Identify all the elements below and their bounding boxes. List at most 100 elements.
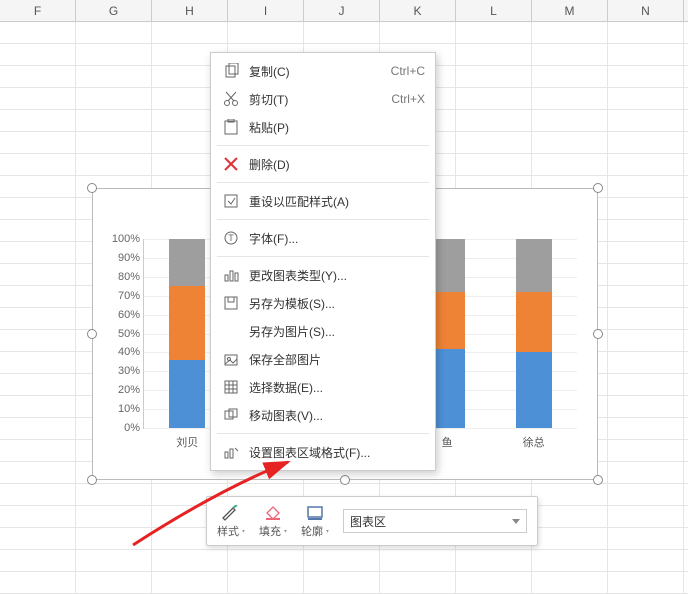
cell[interactable] — [608, 308, 684, 329]
cell[interactable] — [0, 286, 76, 307]
cell[interactable] — [380, 22, 456, 43]
cell[interactable] — [0, 154, 76, 175]
cell[interactable] — [76, 88, 152, 109]
cell[interactable] — [76, 44, 152, 65]
cell[interactable] — [228, 550, 304, 571]
cell[interactable] — [304, 22, 380, 43]
bar-segment[interactable] — [169, 360, 205, 428]
cell[interactable] — [532, 22, 608, 43]
cell[interactable] — [608, 418, 684, 439]
fill-button[interactable]: 填充 — [259, 503, 287, 539]
cell[interactable] — [608, 484, 684, 505]
stacked-bar[interactable]: 徐总 — [516, 239, 552, 428]
cell[interactable] — [0, 528, 76, 549]
cell[interactable] — [0, 88, 76, 109]
cell[interactable] — [532, 132, 608, 153]
cell[interactable] — [0, 44, 76, 65]
cell[interactable] — [0, 418, 76, 439]
cell[interactable] — [532, 110, 608, 131]
column-header[interactable]: F — [0, 0, 76, 21]
cell[interactable] — [532, 506, 608, 527]
cell[interactable] — [456, 22, 532, 43]
cell[interactable] — [608, 396, 684, 417]
cell[interactable] — [152, 572, 228, 593]
cell[interactable] — [0, 572, 76, 593]
cell[interactable] — [76, 66, 152, 87]
cell[interactable] — [608, 528, 684, 549]
resize-handle[interactable] — [87, 183, 97, 193]
column-header[interactable]: H — [152, 0, 228, 21]
menu-item[interactable]: 更改图表类型(Y)... — [211, 261, 435, 289]
cell[interactable] — [152, 550, 228, 571]
cell[interactable] — [608, 44, 684, 65]
cell[interactable] — [0, 330, 76, 351]
cell[interactable] — [76, 110, 152, 131]
resize-handle[interactable] — [340, 475, 350, 485]
cell[interactable] — [0, 22, 76, 43]
cell[interactable] — [456, 132, 532, 153]
cell[interactable] — [532, 154, 608, 175]
cell[interactable] — [380, 572, 456, 593]
cell[interactable] — [456, 572, 532, 593]
cell[interactable] — [0, 462, 76, 483]
stacked-bar[interactable]: 刘贝 — [169, 239, 205, 428]
menu-item[interactable]: 剪切(T)Ctrl+X — [211, 85, 435, 113]
cell[interactable] — [608, 242, 684, 263]
menu-item[interactable]: 重设以匹配样式(A) — [211, 187, 435, 215]
menu-item[interactable]: 删除(D) — [211, 150, 435, 178]
menu-item[interactable]: T字体(F)... — [211, 224, 435, 252]
cell[interactable] — [608, 220, 684, 241]
resize-handle[interactable] — [593, 183, 603, 193]
cell[interactable] — [532, 484, 608, 505]
column-header[interactable]: J — [304, 0, 380, 21]
cell[interactable] — [608, 286, 684, 307]
column-header[interactable]: M — [532, 0, 608, 21]
cell[interactable] — [608, 88, 684, 109]
chart-element-selector[interactable]: 图表区 — [343, 509, 527, 533]
menu-item[interactable]: 移动图表(V)... — [211, 401, 435, 429]
cell[interactable] — [608, 198, 684, 219]
menu-item[interactable]: 保存全部图片 — [211, 345, 435, 373]
cell[interactable] — [456, 66, 532, 87]
cell[interactable] — [532, 88, 608, 109]
cell[interactable] — [532, 66, 608, 87]
cell[interactable] — [456, 110, 532, 131]
bar-segment[interactable] — [516, 239, 552, 292]
cell[interactable] — [380, 550, 456, 571]
cell[interactable] — [0, 132, 76, 153]
menu-item[interactable]: 另存为模板(S)... — [211, 289, 435, 317]
cell[interactable] — [0, 308, 76, 329]
cell[interactable] — [608, 440, 684, 461]
cell[interactable] — [0, 110, 76, 131]
cell[interactable] — [532, 572, 608, 593]
column-header[interactable]: G — [76, 0, 152, 21]
cell[interactable] — [228, 572, 304, 593]
cell[interactable] — [608, 462, 684, 483]
cell[interactable] — [76, 572, 152, 593]
cell[interactable] — [0, 66, 76, 87]
cell[interactable] — [152, 22, 228, 43]
cell[interactable] — [0, 264, 76, 285]
cell[interactable] — [0, 198, 76, 219]
bar-segment[interactable] — [516, 352, 552, 428]
cell[interactable] — [0, 242, 76, 263]
cell[interactable] — [456, 88, 532, 109]
cell[interactable] — [0, 550, 76, 571]
menu-item[interactable]: 另存为图片(S)... — [211, 317, 435, 345]
style-button[interactable]: 样式 — [217, 503, 245, 539]
cell[interactable] — [608, 374, 684, 395]
cell[interactable] — [228, 22, 304, 43]
cell[interactable] — [608, 66, 684, 87]
cell[interactable] — [0, 220, 76, 241]
cell[interactable] — [608, 154, 684, 175]
cell[interactable] — [76, 528, 152, 549]
cell[interactable] — [0, 352, 76, 373]
cell[interactable] — [76, 484, 152, 505]
cell[interactable] — [608, 352, 684, 373]
cell[interactable] — [0, 176, 76, 197]
resize-handle[interactable] — [87, 475, 97, 485]
cell[interactable] — [532, 550, 608, 571]
resize-handle[interactable] — [593, 475, 603, 485]
column-header[interactable]: I — [228, 0, 304, 21]
bar-segment[interactable] — [169, 286, 205, 360]
